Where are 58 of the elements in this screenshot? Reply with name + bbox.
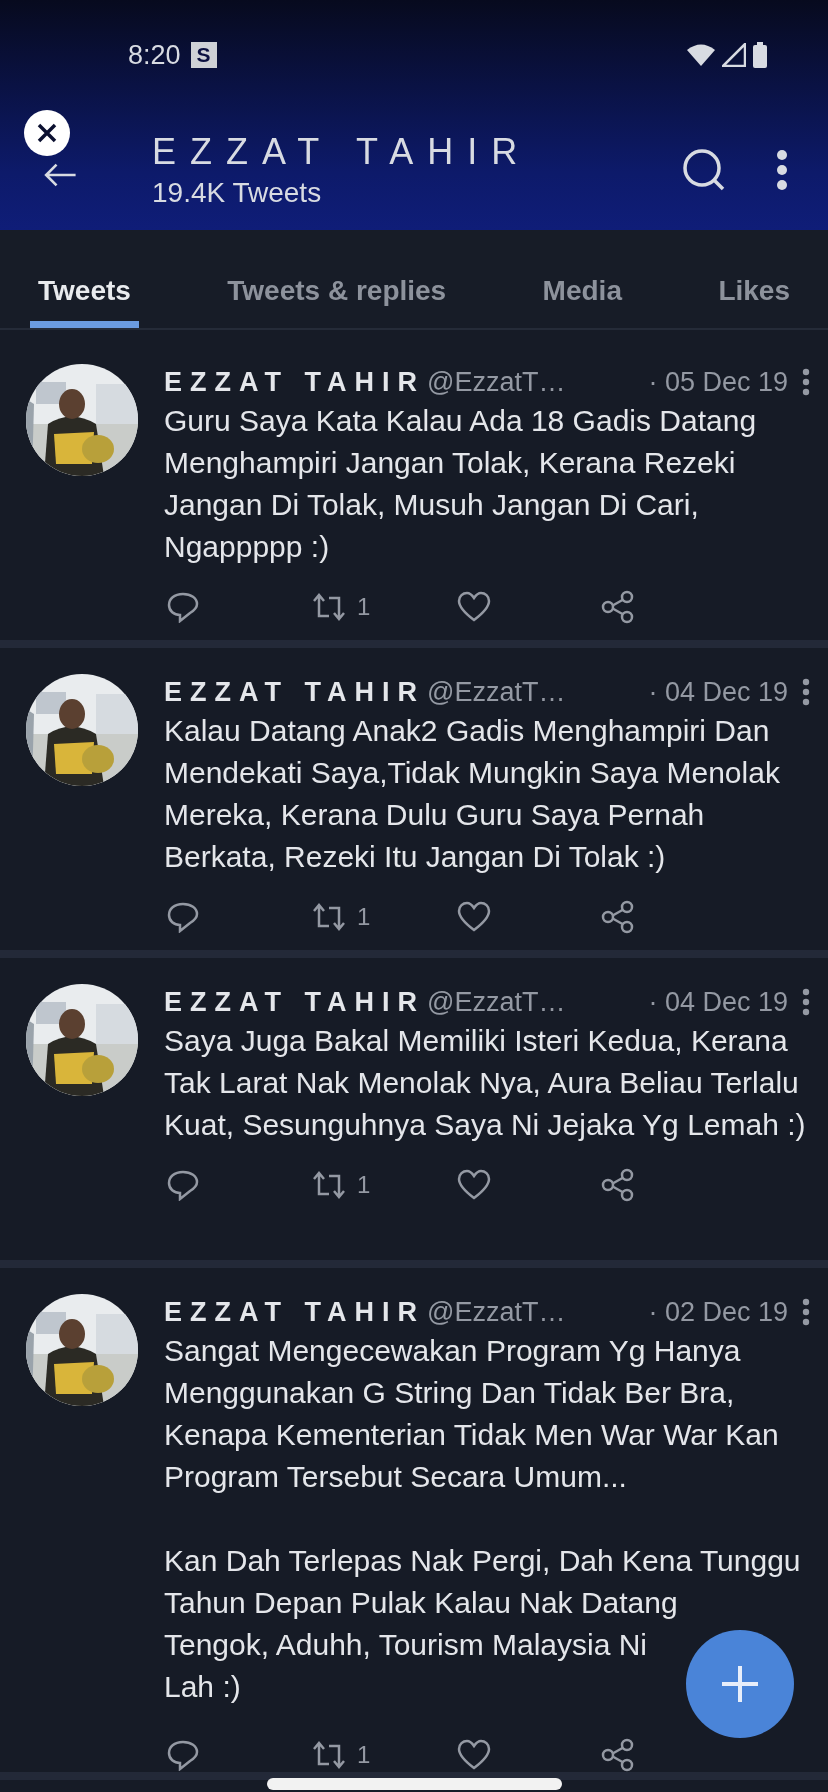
profile-name: EZZAT TAHIR	[152, 131, 533, 173]
tweet-text: Lah :)	[164, 1669, 241, 1705]
tab[interactable]: Tweets	[30, 230, 139, 328]
heart-icon[interactable]	[456, 1739, 492, 1771]
tweet-text: Saya Juga Bakal Memiliki Isteri Kedua, Kerana Tak Larat Nak Menolak Nya, Aura Beliau Terlalu Kuat, Sesunguhnya Saya Ni Jejaka Yg Lemah :)	[164, 1023, 807, 1143]
tweet-text: Sangat Mengecewakan Program Yg Hanya Menggunakan G String Dan Tidak Ber Bra, Kenapa Kementerian Tidak Men War War Kan Program Tersebut Secara Umum...	[164, 1333, 780, 1495]
signal-icon	[722, 43, 746, 67]
tweet-count: 19.4K Tweets	[152, 177, 323, 209]
retweet-icon[interactable]	[311, 1740, 347, 1770]
heart-icon[interactable]	[456, 591, 492, 623]
wifi-icon	[686, 43, 716, 67]
tweet-text: Tengok, Aduhh, Tourism Malaysia Ni	[164, 1627, 648, 1663]
battery-icon	[752, 42, 768, 68]
author-handle: @EzzatT…	[426, 1296, 566, 1328]
tweet-text: Kalau Datang Anak2 Gadis Menghampiri Dan Mendekati Saya,Tidak Mungkin Saya Menolak Mereka, Kerana Dulu Guru Saya Pernah Berkata, Rezeki Itu Jangan Di Tolak :)	[164, 713, 781, 875]
retweet-icon[interactable]	[311, 1170, 347, 1200]
reply-icon[interactable]	[166, 1739, 200, 1771]
retweet-count: 1	[357, 903, 371, 931]
reply-icon[interactable]	[166, 901, 200, 933]
retweet-count: 1	[357, 1171, 371, 1199]
close-icon[interactable]	[36, 122, 58, 144]
tab[interactable]: Media	[534, 230, 630, 328]
author-handle: @EzzatT…	[426, 986, 566, 1018]
more-options-icon[interactable]	[802, 1298, 810, 1326]
heart-icon[interactable]	[456, 901, 492, 933]
tab[interactable]: Likes	[710, 230, 798, 328]
reply-icon[interactable]	[166, 1169, 200, 1201]
share-icon[interactable]	[601, 900, 635, 934]
author-name: EZZAT TAHIR	[164, 986, 425, 1018]
share-icon[interactable]	[601, 590, 635, 624]
author-name: EZZAT TAHIR	[164, 366, 425, 398]
reply-icon[interactable]	[166, 591, 200, 623]
author-name: EZZAT TAHIR	[164, 1296, 425, 1328]
tweet-text: Kan Dah Terlepas Nak Pergi, Dah Kena Tunggu Tahun Depan Pulak Kalau Nak Datang	[164, 1543, 802, 1621]
author-name: EZZAT TAHIR	[164, 676, 425, 708]
tweet-date: · 05 Dec 19	[648, 366, 788, 398]
tweet-date: · 02 Dec 19	[648, 1296, 788, 1328]
share-icon[interactable]	[601, 1168, 635, 1202]
author-handle: @EzzatT…	[426, 366, 566, 398]
tweet-date: · 04 Dec 19	[648, 986, 788, 1018]
close-button[interactable]	[24, 110, 70, 156]
retweet-icon[interactable]	[311, 592, 347, 622]
more-options-icon[interactable]	[802, 988, 810, 1016]
share-icon[interactable]	[601, 1738, 635, 1772]
retweet-icon[interactable]	[311, 902, 347, 932]
status-time: 8:20	[128, 39, 181, 71]
author-handle: @EzzatT…	[426, 676, 566, 708]
retweet-count: 1	[357, 1741, 371, 1769]
more-options-icon[interactable]	[776, 150, 788, 190]
tweet-date: · 04 Dec 19	[648, 676, 788, 708]
retweet-count: 1	[357, 593, 371, 621]
tweet-text: Guru Saya Kata Kalau Ada 18 Gadis Datang Menghampiri Jangan Tolak, Kerana Rezeki Jangan Di Tolak, Musuh Jangan Di Cari, Ngappppp :)	[164, 403, 758, 565]
notification-badge: S	[190, 42, 217, 68]
tab[interactable]: Tweets & replies	[219, 230, 455, 328]
more-options-icon[interactable]	[802, 368, 810, 396]
more-options-icon[interactable]	[802, 678, 810, 706]
heart-icon[interactable]	[456, 1169, 492, 1201]
search-icon[interactable]	[682, 148, 726, 192]
